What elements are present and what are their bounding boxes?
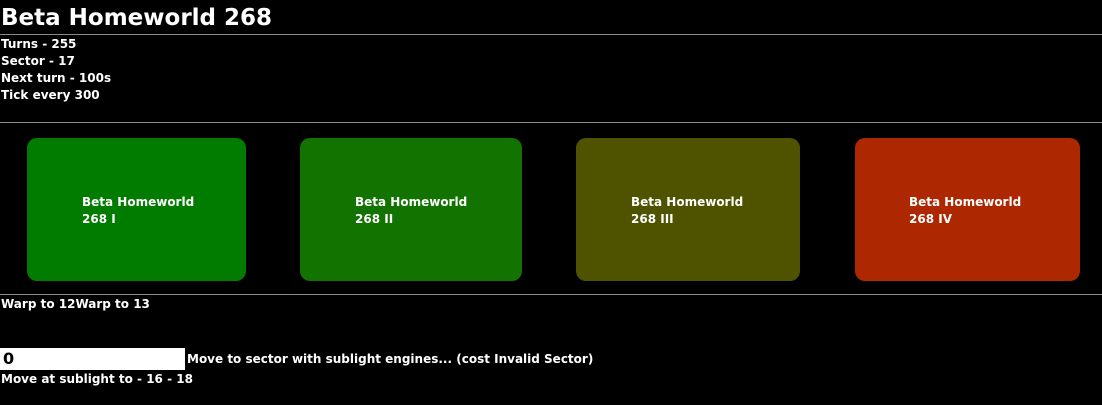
planet-name-line1: Beta Homeworld [355,195,468,209]
planet-name: Beta Homeworld 268 I [82,194,212,228]
warp-link-13[interactable]: Warp to 13 [75,297,149,311]
warp-link-12[interactable]: Warp to 12 [1,297,75,311]
planet-name: Beta Homeworld 268 III [631,194,761,228]
planet-card-3[interactable]: Beta Homeworld 268 III [576,138,800,281]
planet-name: Beta Homeworld 268 IV [909,194,1039,228]
turns-text: Turns - 255 [1,37,77,51]
tick-text: Tick every 300 [1,88,100,102]
planet-name-line2: 268 I [82,212,116,226]
planet-name-line2: 268 III [631,212,674,226]
page-title: Beta Homeworld 268 [1,5,273,31]
planet-name-line2: 268 II [355,212,394,226]
sector-text: Sector - 17 [1,54,75,68]
stats-panel: Turns - 255 Sector - 17 Next turn - 100s… [0,35,1102,122]
planet-name-line1: Beta Homeworld [909,195,1022,209]
planet-name-line1: Beta Homeworld [631,195,744,209]
warp-links: Warp to 12Warp to 13 [0,295,1102,345]
sector-input[interactable] [0,347,185,370]
planet-card-2[interactable]: Beta Homeworld 268 II [300,138,522,281]
move-row: Move to sector with sublight engines... … [0,345,1102,372]
planet-list: Beta Homeworld 268 I Beta Homeworld 268 … [0,123,1102,294]
planet-name: Beta Homeworld 268 II [355,194,485,228]
planet-name-line1: Beta Homeworld [82,195,195,209]
sublight-text: Move at sublight to - 16 - 18 [1,372,193,386]
move-button-label[interactable]: Move to sector with sublight engines... … [187,352,593,366]
planet-card-4[interactable]: Beta Homeworld 268 IV [855,138,1080,281]
planet-card-1[interactable]: Beta Homeworld 268 I [27,138,246,281]
next-turn-text: Next turn - 100s [1,71,112,85]
planet-name-line2: 268 IV [909,212,952,226]
